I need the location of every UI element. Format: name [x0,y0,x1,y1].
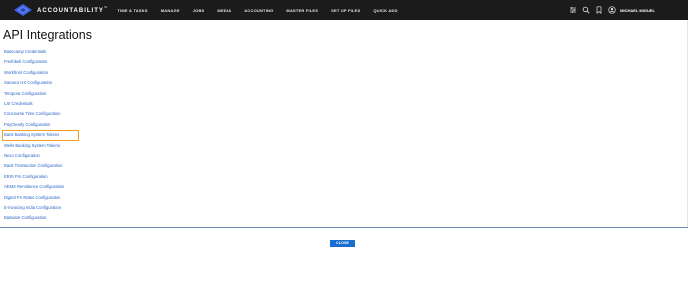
sliders-icon[interactable] [569,6,577,14]
nav-jobs[interactable]: JOBS [193,8,205,13]
link-digital-fx-rates-configuration[interactable]: Digital FX Rates Configuration [3,193,78,203]
nav-media[interactable]: MEDIA [217,8,231,13]
link-eris-pro-configuration[interactable]: ERIS Pro Configuration [3,172,78,182]
brand-logo[interactable]: ACCOUNTABILITY™ [14,4,107,16]
link-sanaico-hx-configuration[interactable]: Sanaico HX Configuration [3,78,78,88]
main-menu: TIME & TASKS MANAGE JOBS MEDIA ACCOUNTIN… [117,8,410,13]
link-e-invoicing-india-configuration[interactable]: E-Invoicing India Configuration [3,203,78,213]
link-bank-transaction-configuration[interactable]: Bank Transaction Configuration [3,161,78,171]
footer-divider [0,227,688,228]
nav-accounting[interactable]: ACCOUNTING [244,8,273,13]
nav-time-and-tasks[interactable]: TIME & TASKS [117,8,147,13]
header-tools: MICHAEL MIGUEL [564,0,655,20]
brand-name: ACCOUNTABILITY™ [37,6,108,14]
link-aemx-remittance-configuration[interactable]: AEMX Remittance Configuration [3,182,78,192]
link-basecamp-credentials[interactable]: Basecamp Credentials [3,47,78,57]
link-bank-banking-system-tokens[interactable]: Bank Banking System Tokens [2,130,79,141]
integration-link-list: Basecamp Credentials Freshbell Configura… [2,47,79,224]
accountability-logo-icon [14,4,32,16]
nav-quick-add[interactable]: QUICK ADD [373,8,397,13]
link-lsi-credentials[interactable]: LSI Credentials [3,99,78,109]
nav-set-up-files[interactable]: SET UP FILES [331,8,360,13]
link-concourse-time-configuration[interactable]: Concourse Time Configuration [3,109,78,119]
user-circle-icon[interactable] [608,6,616,14]
link-basware-configuration[interactable]: Basware Configuration [3,213,78,223]
nav-manage[interactable]: MANAGE [161,8,180,13]
link-payclearly-configuration[interactable]: PayClearly Configuration [3,120,78,130]
link-workfront-configuration[interactable]: Workfront Configuration [3,68,78,78]
link-freshbell-configuration[interactable]: Freshbell Configuration [3,57,78,67]
close-button[interactable]: CLOSE [330,240,355,247]
top-navigation-bar: ACCOUNTABILITY™ TIME & TASKS MANAGE JOBS… [0,0,688,20]
bookmark-icon[interactable] [595,6,603,14]
link-tempora-configuration[interactable]: Tempora Configuration [3,89,78,99]
link-nexo-configuration[interactable]: Nexo Configuration [3,151,78,161]
page-title: API Integrations [3,28,92,42]
link-wells-banking-system-tokens[interactable]: Wells Banking System Tokens [3,141,78,151]
nav-master-files[interactable]: MASTER FILES [286,8,318,13]
search-icon[interactable] [582,6,590,14]
user-name[interactable]: MICHAEL MIGUEL [620,8,655,13]
